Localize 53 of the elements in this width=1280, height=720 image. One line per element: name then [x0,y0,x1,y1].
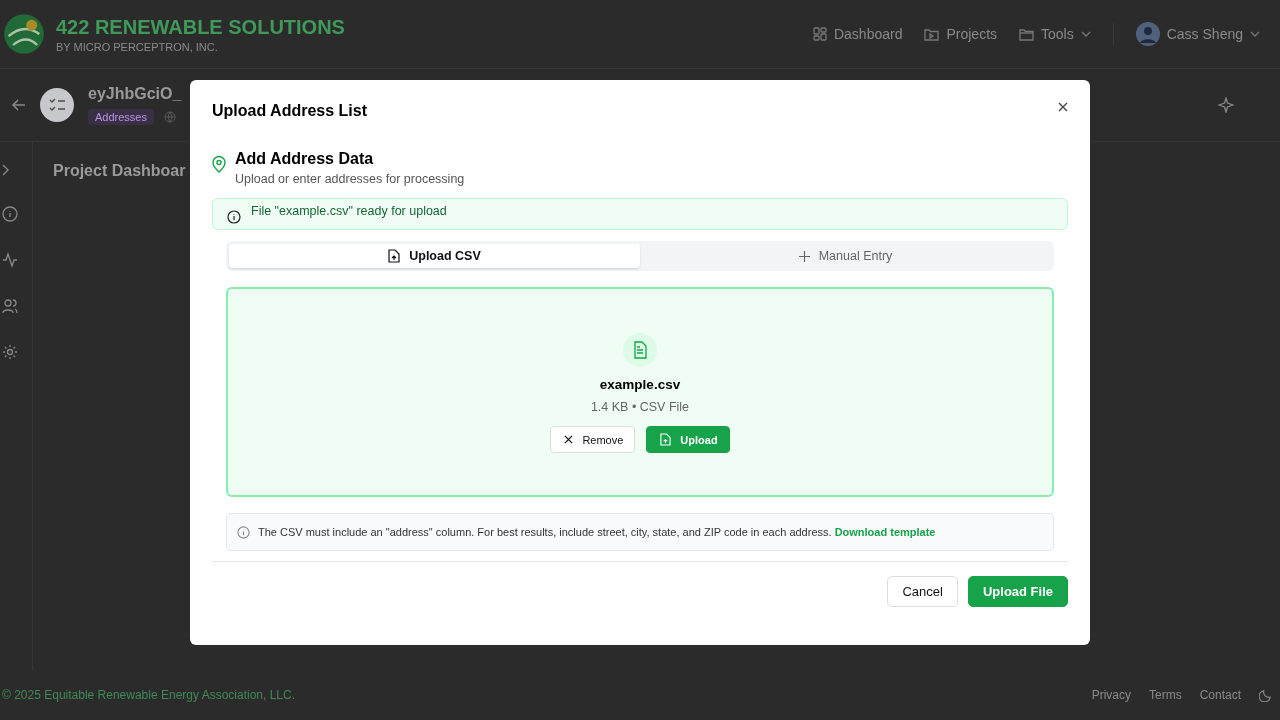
globe-icon [164,111,176,123]
footer-link[interactable]: Contact [1199,688,1241,702]
globe-logo-icon [2,12,46,56]
folder-icon [924,27,940,41]
csv-requirements-text: The CSV must include an "address" column. For best results, include street, city, state, and ZIP code in each address. Download template [258,526,936,538]
footer-link[interactable]: Terms [1148,688,1182,702]
plus-icon [798,250,810,262]
info-icon [227,210,241,224]
folder-icon [1019,27,1035,41]
sparkle-icon[interactable] [1218,97,1234,113]
activity-icon[interactable] [2,252,18,268]
info-icon[interactable] [2,206,18,222]
user-menu[interactable]: Cass Sheng [1135,22,1260,46]
project-title: eyJhbGciO_ [88,85,182,103]
checklist-icon [40,88,74,122]
chevron-icon[interactable] [2,164,10,176]
avatar-icon [1135,22,1160,46]
upload-button[interactable]: Upload [646,426,730,453]
file-upload-icon [660,433,672,446]
file-details: 1.4 KB • CSV File [590,400,690,414]
close-icon [564,435,574,444]
file-name: example.csv [599,377,681,392]
nav-link[interactable]: Dashboard [812,26,903,42]
tab[interactable]: Manual Entry [640,244,1051,268]
file-upload-icon [388,249,401,263]
cancel-button[interactable]: Cancel [887,576,958,607]
copyright-text: © 2025 Equitable Renewable Energy Association, LLC. [2,688,296,702]
dialog-title: Upload Address List [212,102,367,120]
moon-icon[interactable] [1259,688,1272,702]
alert-message: File "example.csv" ready for upload [251,204,447,218]
remove-button[interactable]: Remove [550,426,636,453]
brand-name: 422 RENEWABLE SOLUTIONS [56,15,345,39]
close-icon[interactable] [1058,102,1068,112]
users-icon[interactable] [2,298,18,314]
file-drop-zone[interactable]: example.csv 1.4 KB • CSV File Remove Upload [226,287,1054,497]
back-arrow-icon[interactable] [12,99,26,111]
section-subtitle: Upload or enter addresses for processing [235,172,465,186]
settings-icon[interactable] [2,344,18,360]
tab[interactable]: Upload CSV [229,244,640,268]
download-template-link[interactable]: Download template [834,526,936,538]
page-heading: Project Dashboar [53,162,186,179]
project-tag: Addresses [88,109,154,125]
map-pin-icon [212,156,226,173]
upload-file-button[interactable]: Upload File [967,576,1068,607]
grid-icon [812,27,827,41]
footer-link[interactable]: Privacy [1091,688,1131,702]
nav-link[interactable]: Tools [1019,26,1091,42]
nav-link[interactable]: Projects [924,26,998,42]
info-icon [237,525,250,539]
caret-icon [1250,31,1260,37]
document-icon [623,333,657,367]
section-title: Add Address Data [235,150,375,168]
brand-tagline: BY MICRO PERCEPTRON, INC. [56,40,219,53]
